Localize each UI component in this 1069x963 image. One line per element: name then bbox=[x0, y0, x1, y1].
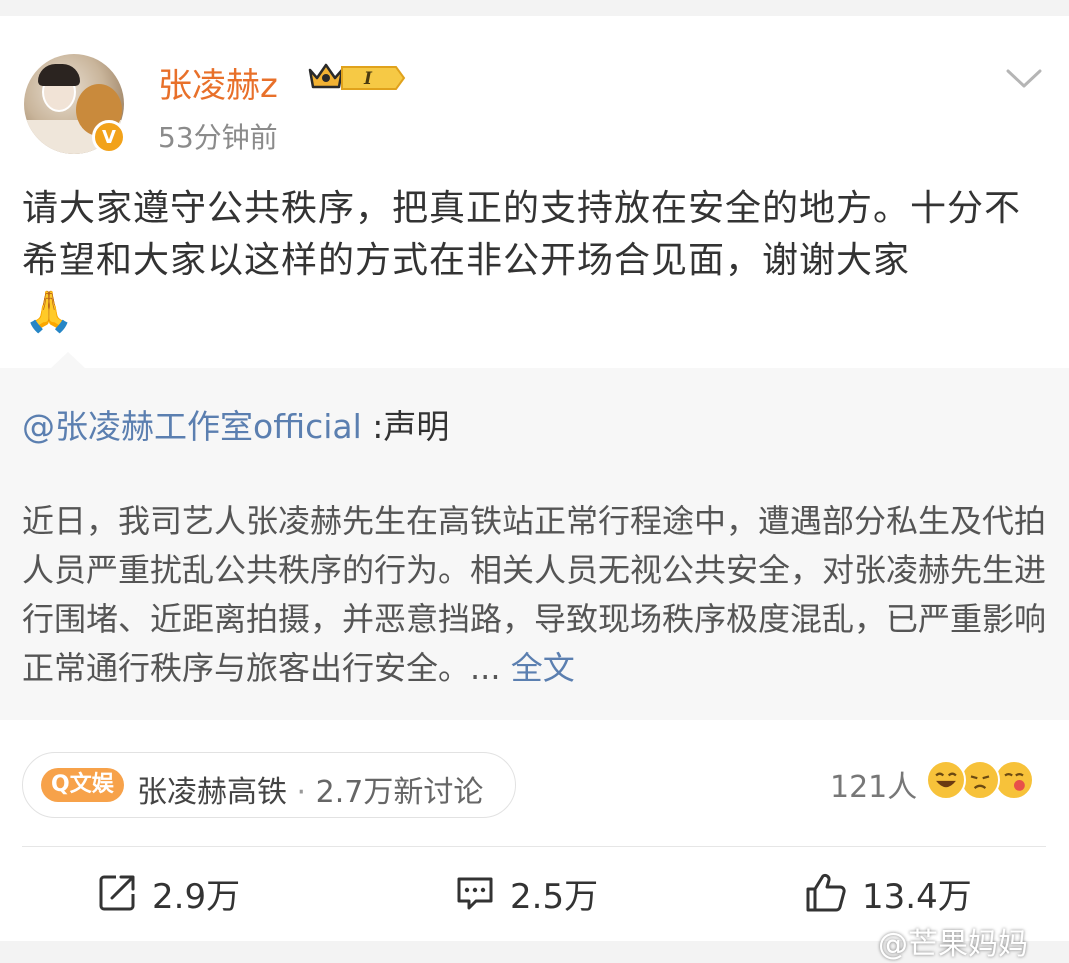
username[interactable]: 张凌赫z bbox=[158, 58, 278, 107]
chevron-down-icon[interactable] bbox=[1004, 66, 1044, 92]
comment-button[interactable]: 2.5万 bbox=[454, 862, 598, 924]
watermark: @芒果妈妈 bbox=[878, 927, 1028, 962]
comment-icon bbox=[457, 877, 493, 910]
post-text: 请大家遵守公共秩序，把真正的支持放在安全的地方。十分不希望和大家以这样的方式在非… bbox=[22, 188, 1022, 281]
vip-level-badge[interactable]: I bbox=[340, 64, 406, 92]
repost-body: 近日，我司艺人张凌赫先生在高铁站正常行程途中，遭遇部分私生及代拍人员严重扰乱公共… bbox=[22, 497, 1047, 693]
actions-divider bbox=[22, 846, 1046, 847]
like-button[interactable]: 13.4万 bbox=[804, 862, 972, 924]
reaction-count: 121人 bbox=[830, 770, 918, 805]
topic-category-badge: Q文娱 bbox=[41, 768, 124, 802]
topic-text: 张凌赫高铁 · 2.7万新讨论 bbox=[137, 767, 483, 811]
share-icon bbox=[99, 875, 135, 911]
laughing-face-icon bbox=[926, 760, 966, 800]
post-timestamp: 53分钟前 bbox=[158, 121, 278, 154]
vip-level-text: I bbox=[363, 69, 373, 89]
repost-notch bbox=[50, 352, 86, 369]
reaction-faces[interactable] bbox=[926, 760, 1036, 802]
repost-mention-link[interactable]: @张凌赫工作室official bbox=[22, 407, 362, 446]
topic-chip[interactable]: Q文娱 张凌赫高铁 · 2.7万新讨论 bbox=[22, 752, 516, 818]
repost-button[interactable]: 2.9万 bbox=[96, 862, 240, 924]
topic-discussion-count: 2.7万新讨论 bbox=[315, 775, 484, 810]
repost-count: 2.9万 bbox=[152, 876, 241, 917]
topic-separator: · bbox=[296, 775, 307, 810]
topic-name: 张凌赫高铁 bbox=[137, 775, 287, 810]
comment-count: 2.5万 bbox=[510, 876, 599, 917]
like-count: 13.4万 bbox=[862, 876, 972, 917]
praying-hands-emoji: 🙏 bbox=[24, 289, 74, 335]
repost-header: @张凌赫工作室official :声明 bbox=[22, 400, 449, 448]
full-text-link[interactable]: 全文 bbox=[511, 649, 575, 687]
thumbs-up-icon bbox=[806, 873, 846, 912]
crying-face-icon bbox=[960, 760, 1000, 800]
repost-suffix: :声明 bbox=[361, 407, 450, 446]
avatar-hair bbox=[38, 64, 80, 86]
verified-badge-icon: V bbox=[92, 120, 126, 154]
kissing-face-icon bbox=[994, 760, 1034, 800]
